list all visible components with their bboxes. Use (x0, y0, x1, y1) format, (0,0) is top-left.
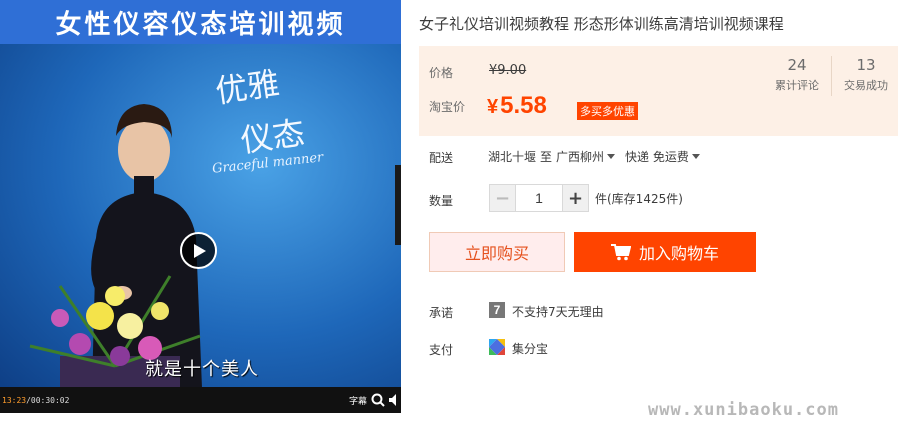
current-time: 13:23 (2, 395, 27, 405)
delivery-destination: 广西柳州 (556, 150, 605, 164)
video-side-strip (395, 165, 401, 245)
watermark: www.xunibaoku.com (648, 400, 839, 420)
destination-dropdown[interactable]: 广西柳州 (556, 148, 621, 165)
promo-badge[interactable]: 多买多优惠 (577, 102, 638, 120)
shipping-fee: 免运费 (652, 150, 689, 164)
delivery-origin: 湖北十堰 (488, 150, 537, 164)
deals-label: 交易成功 (844, 79, 888, 92)
video-subtitle: 就是十个美人 (145, 359, 259, 380)
video-controls: 13:23/00:30:02 字幕 (0, 387, 401, 413)
video-time: 13:23/00:30:02 (2, 396, 69, 405)
search-icon[interactable] (371, 393, 385, 407)
play-button[interactable] (180, 232, 217, 269)
volume-icon[interactable] (389, 394, 397, 406)
deals-count: 13 (856, 56, 876, 74)
original-price: ¥9.00 (489, 63, 527, 78)
seven-day-icon: 7 (489, 302, 505, 318)
svg-text:优雅: 优雅 (213, 64, 282, 111)
buy-now-button[interactable]: 立即购买 (429, 232, 565, 272)
reviews-count: 24 (787, 56, 807, 74)
video-player[interactable]: 女性仪容仪态培训视频 优雅 仪态 Graceful manner 就是十个美人 … (0, 0, 401, 413)
calligraphy-artwork: 优雅 仪态 (213, 64, 307, 160)
jifenbao-icon (489, 339, 505, 355)
chevron-down-icon (691, 154, 700, 159)
delivery-label: 配送 (429, 151, 454, 165)
delivery-row: 湖北十堰 至 广西柳州 快递 免运费 (488, 148, 706, 165)
taobao-price-value: 5.58 (500, 92, 547, 119)
chevron-down-icon (607, 154, 616, 159)
shipping-method: 快递 (625, 150, 650, 164)
reviews-stat[interactable]: 24 累计评论 (763, 56, 831, 93)
video-banner-title: 女性仪容仪态培训视频 (55, 9, 346, 40)
play-icon (194, 243, 206, 258)
video-banner: 女性仪容仪态培训视频 (0, 0, 401, 44)
price-panel: 价格 ¥9.00 淘宝价 ¥5.58 多买多优惠 24 累计评论 13 交易成功 (419, 46, 898, 136)
subtitle-toggle[interactable]: 字幕 (349, 394, 367, 407)
deals-stat: 13 交易成功 (832, 56, 898, 93)
promise-text: 不支持7天无理由 (512, 305, 604, 319)
original-price-label: 价格 (429, 66, 454, 80)
payment-method: 集分宝 (512, 342, 549, 356)
video-frame: 优雅 仪态 Graceful manner 就是十个美人 (0, 44, 401, 387)
increase-quantity-button[interactable]: + (562, 184, 589, 212)
product-title: 女子礼仪培训视频教程 形态形体训练高清培训视频课程 (419, 15, 784, 33)
promise-label: 承诺 (429, 306, 454, 320)
reviews-label: 累计评论 (775, 79, 819, 92)
total-time: /00:30:02 (26, 395, 70, 405)
taobao-price-label: 淘宝价 (429, 100, 466, 114)
shipping-method-dropdown[interactable]: 快递 免运费 (625, 148, 706, 165)
stock-info: 件(库存1425件) (595, 191, 683, 206)
currency-symbol: ¥ (487, 96, 499, 118)
payment-label: 支付 (429, 343, 454, 357)
quantity-stepper: − + 件(库存1425件) (489, 184, 683, 212)
quantity-input[interactable] (516, 184, 562, 212)
quantity-label: 数量 (429, 194, 454, 208)
delivery-to: 至 (540, 150, 553, 164)
taobao-price: ¥5.58 (487, 92, 547, 120)
add-to-cart-label: 加入购物车 (638, 244, 719, 263)
add-to-cart-button[interactable]: 加入购物车 (574, 232, 756, 272)
decrease-quantity-button[interactable]: − (489, 184, 516, 212)
cart-icon (610, 244, 631, 261)
